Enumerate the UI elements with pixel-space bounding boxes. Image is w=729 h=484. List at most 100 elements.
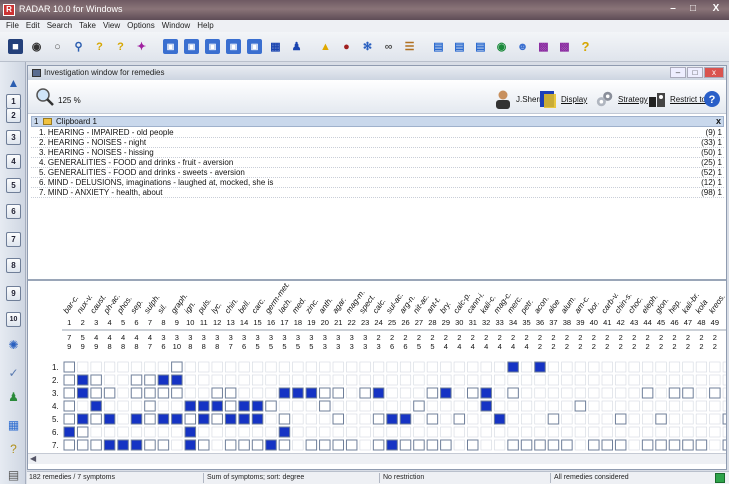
grade-cell[interactable] bbox=[103, 439, 116, 451]
grade-cell[interactable] bbox=[278, 439, 291, 451]
grade-cell[interactable] bbox=[668, 400, 681, 412]
grade-cell[interactable] bbox=[480, 413, 492, 425]
grade-cell[interactable] bbox=[642, 400, 654, 412]
strategy-button[interactable]: Strategy bbox=[595, 88, 648, 110]
grade-cell[interactable] bbox=[76, 413, 89, 425]
grade-cell[interactable] bbox=[372, 413, 385, 425]
grade-cell[interactable] bbox=[507, 361, 519, 373]
grade-cell[interactable] bbox=[265, 426, 277, 438]
grade-cell[interactable] bbox=[346, 400, 358, 412]
grade-cell[interactable] bbox=[171, 374, 183, 386]
clipboard-2-icon[interactable]: ▣ bbox=[184, 39, 199, 54]
grade-cell[interactable] bbox=[722, 361, 726, 373]
grade-cell[interactable] bbox=[265, 439, 277, 451]
grade-cell[interactable] bbox=[574, 439, 586, 451]
menu-view[interactable]: View bbox=[100, 20, 124, 32]
grade-cell[interactable] bbox=[305, 426, 317, 438]
grade-cell[interactable] bbox=[171, 439, 183, 451]
grade-cell[interactable] bbox=[144, 374, 156, 386]
grade-cell[interactable] bbox=[77, 361, 89, 373]
grade-cell[interactable] bbox=[709, 374, 721, 386]
grade-cell[interactable] bbox=[117, 439, 129, 451]
grade-cell[interactable] bbox=[561, 361, 573, 373]
grade-cell[interactable] bbox=[561, 439, 573, 451]
grade-cell[interactable] bbox=[628, 413, 640, 425]
grade-cell[interactable] bbox=[520, 413, 533, 425]
grade-cell[interactable] bbox=[561, 387, 573, 399]
grade-cell[interactable] bbox=[251, 413, 264, 425]
grade-cell[interactable] bbox=[184, 387, 196, 399]
grade-cell[interactable] bbox=[319, 400, 331, 412]
grade-cell[interactable] bbox=[520, 426, 533, 438]
maximize-button[interactable]: □ bbox=[683, 0, 703, 18]
grade-cell[interactable] bbox=[614, 413, 627, 425]
grade-cell[interactable] bbox=[211, 374, 223, 386]
grade-cell[interactable] bbox=[305, 374, 317, 386]
help-button[interactable]: ? bbox=[702, 88, 725, 110]
grade-cell[interactable] bbox=[157, 413, 170, 425]
grade-cell[interactable] bbox=[184, 400, 197, 412]
grade-cell[interactable] bbox=[601, 439, 613, 451]
grade-cell[interactable] bbox=[574, 374, 586, 386]
grade-cell[interactable] bbox=[104, 426, 116, 438]
grade-cell[interactable] bbox=[90, 374, 102, 386]
clipboard-header[interactable]: 1 Clipboard 1 x bbox=[31, 116, 724, 127]
grade-cell[interactable] bbox=[467, 387, 479, 399]
materia-medica-icon[interactable]: ▤ bbox=[452, 39, 467, 54]
grade-cell[interactable] bbox=[453, 413, 466, 425]
reference-icon[interactable]: ▤ bbox=[473, 39, 488, 54]
grade-cell[interactable] bbox=[332, 374, 344, 386]
grade-cell[interactable] bbox=[63, 439, 75, 451]
grade-cell[interactable] bbox=[252, 374, 264, 386]
grade-cell[interactable] bbox=[278, 374, 290, 386]
grade-cell[interactable] bbox=[305, 439, 318, 451]
grade-cell[interactable] bbox=[63, 361, 75, 373]
grade-cell[interactable] bbox=[76, 426, 89, 438]
grade-cell[interactable] bbox=[574, 426, 586, 438]
grade-cell[interactable] bbox=[184, 374, 196, 386]
grade-cell[interactable] bbox=[117, 413, 129, 425]
graph-icon[interactable]: ▦ bbox=[6, 418, 21, 433]
grade-cell[interactable] bbox=[332, 439, 344, 451]
grade-cell[interactable] bbox=[709, 400, 721, 412]
grade-cell[interactable] bbox=[641, 387, 654, 399]
grade-cell[interactable] bbox=[171, 387, 183, 399]
grade-cell[interactable] bbox=[668, 439, 681, 451]
grade-cell[interactable] bbox=[507, 439, 519, 451]
grade-cell[interactable] bbox=[480, 387, 492, 399]
grade-cell[interactable] bbox=[399, 374, 412, 386]
grade-cell[interactable] bbox=[265, 361, 277, 373]
grade-cell[interactable] bbox=[440, 439, 452, 451]
grade-cell[interactable] bbox=[157, 361, 169, 373]
grade-cell[interactable] bbox=[709, 413, 721, 425]
grade-cell[interactable] bbox=[520, 374, 533, 386]
display-button[interactable]: Display bbox=[538, 88, 587, 110]
grade-cell[interactable] bbox=[534, 439, 546, 451]
menu-options[interactable]: Options bbox=[124, 20, 159, 32]
grade-cell[interactable] bbox=[426, 426, 438, 438]
grade-cell[interactable] bbox=[534, 426, 546, 438]
grade-cell[interactable] bbox=[399, 400, 412, 412]
grade-cell[interactable] bbox=[547, 400, 560, 412]
grade-cell[interactable] bbox=[426, 400, 438, 412]
find-rubric-icon[interactable]: ○ bbox=[50, 39, 65, 54]
grade-cell[interactable] bbox=[346, 413, 358, 425]
grade-cell[interactable] bbox=[695, 387, 707, 399]
grade-cell[interactable] bbox=[709, 426, 721, 438]
computer-icon[interactable]: ▩ bbox=[536, 39, 551, 54]
grade-cell[interactable] bbox=[332, 400, 344, 412]
grade-cell[interactable] bbox=[346, 361, 358, 373]
analysis-icon[interactable]: ✺ bbox=[6, 338, 21, 353]
grade-cell[interactable] bbox=[413, 361, 425, 373]
grade-cell[interactable] bbox=[722, 426, 726, 438]
grade-cell[interactable] bbox=[144, 400, 156, 412]
grade-cell[interactable] bbox=[305, 361, 317, 373]
grade-cell[interactable] bbox=[292, 439, 304, 451]
horizontal-scrollbar[interactable]: ◀ bbox=[28, 453, 726, 464]
grade-cell[interactable] bbox=[198, 374, 210, 386]
grade-cell[interactable] bbox=[440, 413, 452, 425]
grade-cell[interactable] bbox=[211, 400, 223, 412]
grade-cell[interactable] bbox=[453, 439, 465, 451]
grade-cell[interactable] bbox=[144, 387, 156, 399]
question-icon[interactable]: ? bbox=[6, 442, 21, 457]
